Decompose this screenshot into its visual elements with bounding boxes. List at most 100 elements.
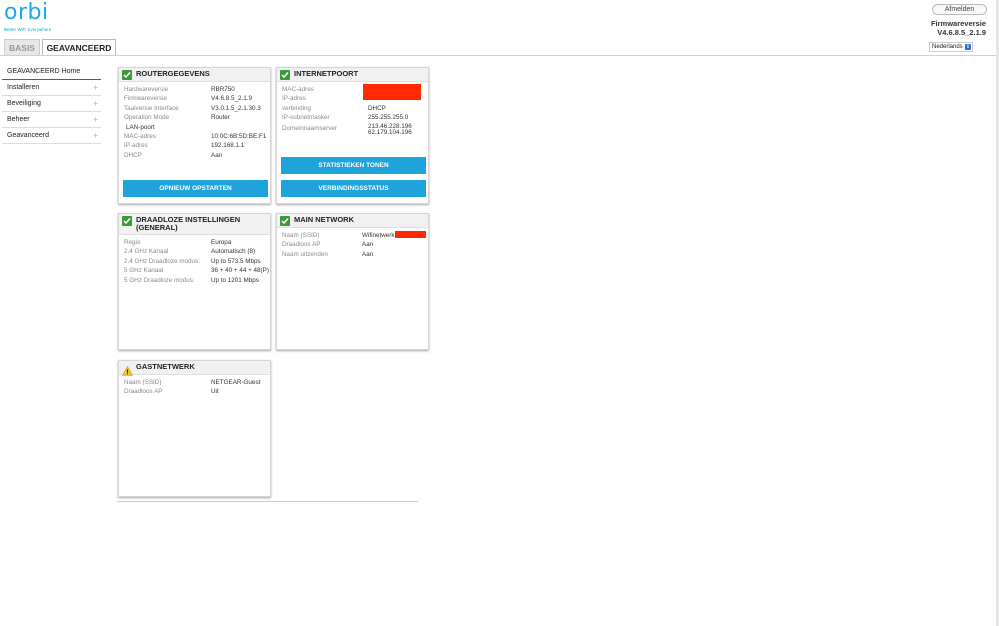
row-label: Taalversie Interface (124, 104, 179, 112)
expand-plus-icon[interactable]: + (93, 128, 98, 143)
tab-geavanceerd[interactable]: GEAVANCEERD (42, 39, 116, 56)
firmware-label: Firmwareversie (930, 19, 986, 28)
top-bar: orbi Better WiFi Everywhere Afmelden Fir… (0, 0, 999, 56)
row-label: IP-adres (124, 142, 148, 150)
row-value: NETGEAR-Guest (211, 379, 261, 386)
row-label: Firmwareversie (124, 95, 168, 103)
guest-network-panel: GASTNETWERK Naam (SSID) NETGEAR-Guest Dra… (118, 360, 271, 497)
row-label: Naam uitzenden (282, 250, 328, 258)
check-icon (280, 216, 290, 226)
row-label: Draadloos AP (282, 241, 321, 249)
row-label: MAC-adres (124, 132, 156, 140)
info-row: DHCP Aan (124, 151, 270, 160)
row-value: Aan (211, 151, 223, 159)
sidebar-item-geavanceerd[interactable]: Geavanceerd + (2, 128, 101, 144)
logo-text: orbi (4, 0, 49, 25)
language-select[interactable]: Nederlands ⇕ (929, 42, 973, 52)
row-label: LAN-poort (126, 123, 155, 131)
info-row: Draadloos AP Uit (124, 387, 270, 396)
sidebar-item-beveiliging[interactable]: Beveiliging + (2, 96, 101, 112)
show-statistics-button[interactable]: STATISTIEKEN TONEN (281, 157, 426, 174)
logout-button[interactable]: Afmelden (932, 4, 987, 15)
wireless-settings-panel: DRAADLOZE INSTELLINGEN (GENERAL) Regio Eur… (118, 213, 271, 350)
panel-header: GASTNETWERK (119, 361, 270, 376)
info-row: Hardwareversie RBR750 (124, 85, 270, 94)
check-icon (122, 70, 132, 80)
language-value: Nederlands (932, 44, 963, 50)
info-row: 62.179.104.196 (282, 129, 428, 138)
info-row: Draadloos AP Aan (282, 240, 428, 249)
info-row: 5 GHz Draadloze modus: Up to 1201 Mbps (124, 276, 270, 285)
content-divider (117, 501, 418, 502)
check-icon (122, 216, 132, 226)
firmware-value: V4.6.8.5_2.1.9 (937, 28, 986, 37)
sidebar-item-label: Beheer (7, 116, 30, 123)
row-value: 192.168.1.1 (211, 142, 245, 150)
redacted-block (395, 231, 426, 238)
router-info-panel: ROUTERGEGEVENS Hardwareversie RBR750 Firm… (118, 67, 271, 204)
info-row: Operation Mode Router (124, 113, 270, 122)
row-value: Automatisch (8) (211, 248, 256, 256)
row-value: Uit (211, 388, 219, 396)
row-label: 5 GHz Draadloze modus: (124, 276, 195, 284)
row-value: Aan (362, 241, 374, 249)
info-row: 2.4 GHz Draadloze modus: Up to 573.5 Mbps (124, 257, 270, 266)
row-value: Wifinetwerk (362, 232, 395, 239)
info-row: Firmwareversie V4.6.8.5_2.1.9 (124, 94, 270, 103)
connection-status-button[interactable]: VERBINDINGSSTATUS (281, 180, 426, 197)
main-network-panel: MAIN NETWORK Naam (SSID) Wifinetwerk Draa… (276, 213, 429, 350)
expand-plus-icon[interactable]: + (93, 112, 98, 127)
row-label: DHCP (124, 151, 142, 159)
internet-port-panel: INTERNETPOORT MAC-adres IP-adres verbind… (276, 67, 429, 204)
expand-plus-icon[interactable]: + (93, 80, 98, 95)
sidebar-item-home[interactable]: GEAVANCEERD Home (2, 64, 101, 80)
info-row: Naam uitzenden Aan (282, 250, 428, 259)
panel-title: INTERNETPOORT (294, 69, 359, 78)
row-value: Europa (211, 239, 232, 246)
dropdown-arrow-icon: ⇕ (965, 44, 971, 50)
panel-title: MAIN NETWORK (294, 215, 354, 224)
panel-title: ROUTERGEGEVENS (136, 69, 210, 78)
row-value: 36 + 40 + 44 + 48(P) (211, 267, 269, 275)
row-value: RBR750 (211, 86, 235, 93)
info-row: Naam (SSID) NETGEAR-Guest (124, 378, 270, 387)
info-row: verbinding DHCP (282, 104, 428, 113)
row-value: Router (211, 114, 230, 122)
row-label: Naam (SSID) (282, 232, 320, 239)
sidebar-item-beheer[interactable]: Beheer + (2, 112, 101, 128)
row-value: Aan (362, 250, 374, 258)
row-label: Operation Mode (124, 114, 170, 122)
panel-header: INTERNETPOORT (277, 68, 428, 82)
sidebar-item-label: Geavanceerd (7, 132, 50, 139)
section-subheading: LAN-poort (124, 123, 270, 132)
info-row: 2.4 GHz Kanaal Automatisch (8) (124, 247, 270, 256)
row-label: Draadloos AP (124, 388, 163, 396)
reboot-button[interactable]: OPNIEUW OPSTARTEN (123, 180, 268, 197)
info-row: 5 GHz Kanaal 36 + 40 + 44 + 48(P) (124, 266, 270, 275)
sidebar-item-label: Beveiliging (7, 100, 41, 107)
orbi-logo: orbi Better WiFi Everywhere (4, 0, 52, 33)
row-label: MAC-adres (282, 86, 314, 93)
row-label: Hardwareversie (124, 86, 169, 93)
logo-tagline: Better WiFi Everywhere (4, 27, 52, 32)
row-label: verbinding (282, 104, 312, 112)
row-value: 10:0C:6B:5D:BE:F1 (211, 132, 267, 140)
sidebar-item-label: GEAVANCEERD Home (7, 68, 81, 75)
row-value: Up to 573.5 Mbps (211, 257, 261, 265)
sidebar-item-installeren[interactable]: Installeren + (2, 80, 101, 96)
row-value: V3.0.1.5_2.1.30.3 (211, 104, 261, 112)
tab-divider (0, 55, 999, 56)
info-row: Regio Europa (124, 238, 270, 247)
row-label: 5 GHz Kanaal (124, 267, 164, 275)
info-row: MAC-adres 10:0C:6B:5D:BE:F1 (124, 132, 270, 141)
expand-plus-icon[interactable]: + (93, 96, 98, 111)
sidebar-item-label: Installeren (7, 84, 40, 91)
panel-title: GASTNETWERK (136, 362, 195, 371)
info-row: IP-adres 192.168.1.1 (124, 141, 270, 150)
row-label: IP-adres (282, 95, 306, 103)
row-label: Naam (SSID) (124, 379, 162, 386)
redacted-block (363, 84, 421, 100)
row-value: V4.6.8.5_2.1.9 (211, 95, 252, 103)
row-label: 2.4 GHz Draadloze modus: (124, 257, 200, 265)
tab-basis[interactable]: BASIS (4, 39, 40, 55)
